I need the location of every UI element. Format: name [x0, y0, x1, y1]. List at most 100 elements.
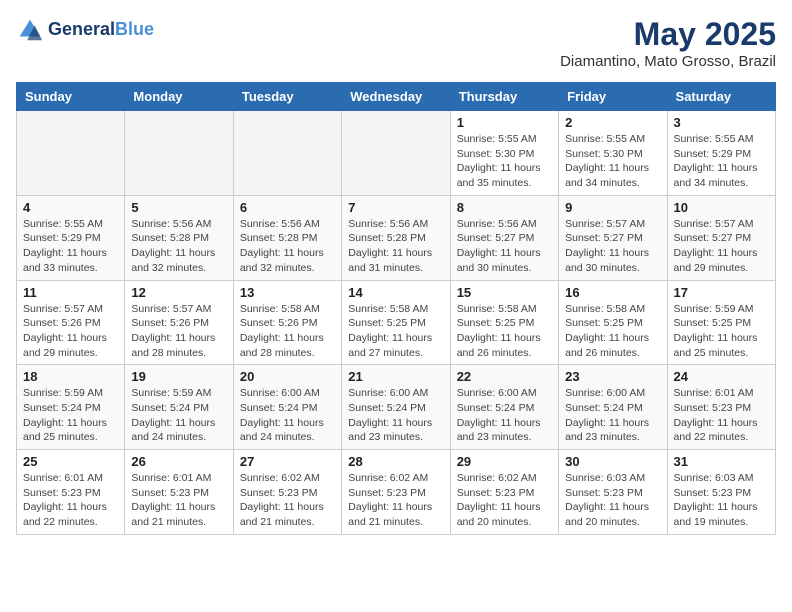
day-number: 1 — [457, 115, 552, 130]
logo-icon — [16, 16, 44, 44]
day-number: 14 — [348, 285, 443, 300]
calendar-day-cell — [233, 111, 341, 196]
day-number: 27 — [240, 454, 335, 469]
day-number: 25 — [23, 454, 118, 469]
day-number: 23 — [565, 369, 660, 384]
day-detail: Sunrise: 6:00 AM Sunset: 5:24 PM Dayligh… — [565, 386, 660, 445]
calendar-day-cell: 14Sunrise: 5:58 AM Sunset: 5:25 PM Dayli… — [342, 280, 450, 365]
calendar-day-cell: 27 Sunrise: 6:02 AM Sunset: 5:23 PM Dayli… — [233, 450, 341, 535]
day-number: 3 — [674, 115, 769, 130]
calendar-day-cell: 7 Sunrise: 5:56 AM Sunset: 5:28 PM Daylig… — [342, 195, 450, 280]
calendar-day-cell: 17 Sunrise: 5:59 AM Sunset: 5:25 PM Dayli… — [667, 280, 775, 365]
calendar-day-cell: 28Sunrise: 6:02 AM Sunset: 5:23 PM Dayli… — [342, 450, 450, 535]
calendar-week-row: 4Sunrise: 5:55 AM Sunset: 5:29 PM Daylig… — [17, 195, 776, 280]
day-number: 15 — [457, 285, 552, 300]
day-detail: Sunrise: 5:55 AM Sunset: 5:30 PM Dayligh… — [565, 132, 660, 191]
day-detail: Sunrise: 6:00 AM Sunset: 5:24 PM Dayligh… — [348, 386, 443, 445]
weekday-header: Monday — [125, 83, 233, 111]
day-detail: Sunrise: 5:57 AM Sunset: 5:27 PM Dayligh… — [674, 217, 769, 276]
calendar-day-cell: 16 Sunrise: 5:58 AM Sunset: 5:25 PM Dayli… — [559, 280, 667, 365]
day-number: 17 — [674, 285, 769, 300]
day-number: 9 — [565, 200, 660, 215]
day-number: 31 — [674, 454, 769, 469]
calendar-day-cell — [125, 111, 233, 196]
day-detail: Sunrise: 6:00 AM Sunset: 5:24 PM Dayligh… — [457, 386, 552, 445]
calendar-day-cell: 3 Sunrise: 5:55 AM Sunset: 5:29 PM Daylig… — [667, 111, 775, 196]
day-number: 19 — [131, 369, 226, 384]
day-detail: Sunrise: 6:03 AM Sunset: 5:23 PM Dayligh… — [565, 471, 660, 530]
logo: GeneralBlue — [16, 16, 154, 44]
day-detail: Sunrise: 5:55 AM Sunset: 5:30 PM Dayligh… — [457, 132, 552, 191]
day-number: 7 — [348, 200, 443, 215]
calendar-day-cell: 19 Sunrise: 5:59 AM Sunset: 5:24 PM Dayli… — [125, 365, 233, 450]
day-number: 13 — [240, 285, 335, 300]
calendar-day-cell: 29 Sunrise: 6:02 AM Sunset: 5:23 PM Dayli… — [450, 450, 558, 535]
month-title: May 2025 — [560, 16, 776, 53]
day-number: 22 — [457, 369, 552, 384]
day-number: 29 — [457, 454, 552, 469]
day-detail: Sunrise: 5:58 AM Sunset: 5:25 PM Dayligh… — [565, 302, 660, 361]
day-number: 20 — [240, 369, 335, 384]
day-detail: Sunrise: 5:56 AM Sunset: 5:28 PM Dayligh… — [240, 217, 335, 276]
calendar-week-row: 25 Sunrise: 6:01 AM Sunset: 5:23 PM Dayli… — [17, 450, 776, 535]
day-detail: Sunrise: 5:57 AM Sunset: 5:26 PM Dayligh… — [131, 302, 226, 361]
weekday-header-row: SundayMondayTuesdayWednesdayThursdayFrid… — [17, 83, 776, 111]
day-number: 12 — [131, 285, 226, 300]
day-number: 6 — [240, 200, 335, 215]
weekday-header: Sunday — [17, 83, 125, 111]
day-number: 16 — [565, 285, 660, 300]
day-detail: Sunrise: 6:02 AM Sunset: 5:23 PM Dayligh… — [457, 471, 552, 530]
calendar-day-cell: 21 Sunrise: 6:00 AM Sunset: 5:24 PM Dayli… — [342, 365, 450, 450]
day-detail: Sunrise: 5:57 AM Sunset: 5:26 PM Dayligh… — [23, 302, 118, 361]
calendar-day-cell: 5 Sunrise: 5:56 AM Sunset: 5:28 PM Daylig… — [125, 195, 233, 280]
day-detail: Sunrise: 5:55 AM Sunset: 5:29 PM Dayligh… — [674, 132, 769, 191]
day-detail: Sunrise: 6:01 AM Sunset: 5:23 PM Dayligh… — [23, 471, 118, 530]
day-number: 30 — [565, 454, 660, 469]
day-detail: Sunrise: 5:58 AM Sunset: 5:25 PM Dayligh… — [457, 302, 552, 361]
calendar-day-cell: 25 Sunrise: 6:01 AM Sunset: 5:23 PM Dayli… — [17, 450, 125, 535]
calendar-day-cell: 13Sunrise: 5:58 AM Sunset: 5:26 PM Dayli… — [233, 280, 341, 365]
calendar-day-cell: 31Sunrise: 6:03 AM Sunset: 5:23 PM Dayli… — [667, 450, 775, 535]
day-detail: Sunrise: 6:02 AM Sunset: 5:23 PM Dayligh… — [240, 471, 335, 530]
calendar-day-cell: 26Sunrise: 6:01 AM Sunset: 5:23 PM Dayli… — [125, 450, 233, 535]
day-number: 18 — [23, 369, 118, 384]
day-number: 8 — [457, 200, 552, 215]
day-number: 5 — [131, 200, 226, 215]
day-detail: Sunrise: 5:55 AM Sunset: 5:29 PM Dayligh… — [23, 217, 118, 276]
calendar-day-cell: 2 Sunrise: 5:55 AM Sunset: 5:30 PM Daylig… — [559, 111, 667, 196]
day-detail: Sunrise: 5:56 AM Sunset: 5:27 PM Dayligh… — [457, 217, 552, 276]
calendar-table: SundayMondayTuesdayWednesdayThursdayFrid… — [16, 82, 776, 535]
day-detail: Sunrise: 5:59 AM Sunset: 5:24 PM Dayligh… — [23, 386, 118, 445]
weekday-header: Saturday — [667, 83, 775, 111]
calendar-day-cell — [342, 111, 450, 196]
calendar-day-cell: 22 Sunrise: 6:00 AM Sunset: 5:24 PM Dayli… — [450, 365, 558, 450]
day-detail: Sunrise: 6:01 AM Sunset: 5:23 PM Dayligh… — [674, 386, 769, 445]
calendar-day-cell: 24 Sunrise: 6:01 AM Sunset: 5:23 PM Dayli… — [667, 365, 775, 450]
calendar-day-cell: 23 Sunrise: 6:00 AM Sunset: 5:24 PM Dayli… — [559, 365, 667, 450]
location-title: Diamantino, Mato Grosso, Brazil — [560, 53, 776, 70]
weekday-header: Tuesday — [233, 83, 341, 111]
day-detail: Sunrise: 6:01 AM Sunset: 5:23 PM Dayligh… — [131, 471, 226, 530]
calendar-day-cell: 12 Sunrise: 5:57 AM Sunset: 5:26 PM Dayli… — [125, 280, 233, 365]
calendar-day-cell: 18 Sunrise: 5:59 AM Sunset: 5:24 PM Dayli… — [17, 365, 125, 450]
calendar-day-cell: 8 Sunrise: 5:56 AM Sunset: 5:27 PM Daylig… — [450, 195, 558, 280]
day-detail: Sunrise: 5:57 AM Sunset: 5:27 PM Dayligh… — [565, 217, 660, 276]
day-detail: Sunrise: 6:02 AM Sunset: 5:23 PM Dayligh… — [348, 471, 443, 530]
day-detail: Sunrise: 5:56 AM Sunset: 5:28 PM Dayligh… — [131, 217, 226, 276]
day-detail: Sunrise: 5:59 AM Sunset: 5:25 PM Dayligh… — [674, 302, 769, 361]
day-detail: Sunrise: 5:59 AM Sunset: 5:24 PM Dayligh… — [131, 386, 226, 445]
calendar-day-cell: 15 Sunrise: 5:58 AM Sunset: 5:25 PM Dayli… — [450, 280, 558, 365]
weekday-header: Thursday — [450, 83, 558, 111]
calendar-day-cell: 1 Sunrise: 5:55 AM Sunset: 5:30 PM Daylig… — [450, 111, 558, 196]
calendar-day-cell: 20 Sunrise: 6:00 AM Sunset: 5:24 PM Dayli… — [233, 365, 341, 450]
calendar-week-row: 18 Sunrise: 5:59 AM Sunset: 5:24 PM Dayli… — [17, 365, 776, 450]
calendar-week-row: 11Sunrise: 5:57 AM Sunset: 5:26 PM Dayli… — [17, 280, 776, 365]
day-number: 10 — [674, 200, 769, 215]
day-number: 21 — [348, 369, 443, 384]
day-detail: Sunrise: 5:56 AM Sunset: 5:28 PM Dayligh… — [348, 217, 443, 276]
day-detail: Sunrise: 6:00 AM Sunset: 5:24 PM Dayligh… — [240, 386, 335, 445]
day-number: 2 — [565, 115, 660, 130]
calendar-day-cell: 4Sunrise: 5:55 AM Sunset: 5:29 PM Daylig… — [17, 195, 125, 280]
day-number: 24 — [674, 369, 769, 384]
page-header: GeneralBlue May 2025 Diamantino, Mato Gr… — [16, 16, 776, 70]
